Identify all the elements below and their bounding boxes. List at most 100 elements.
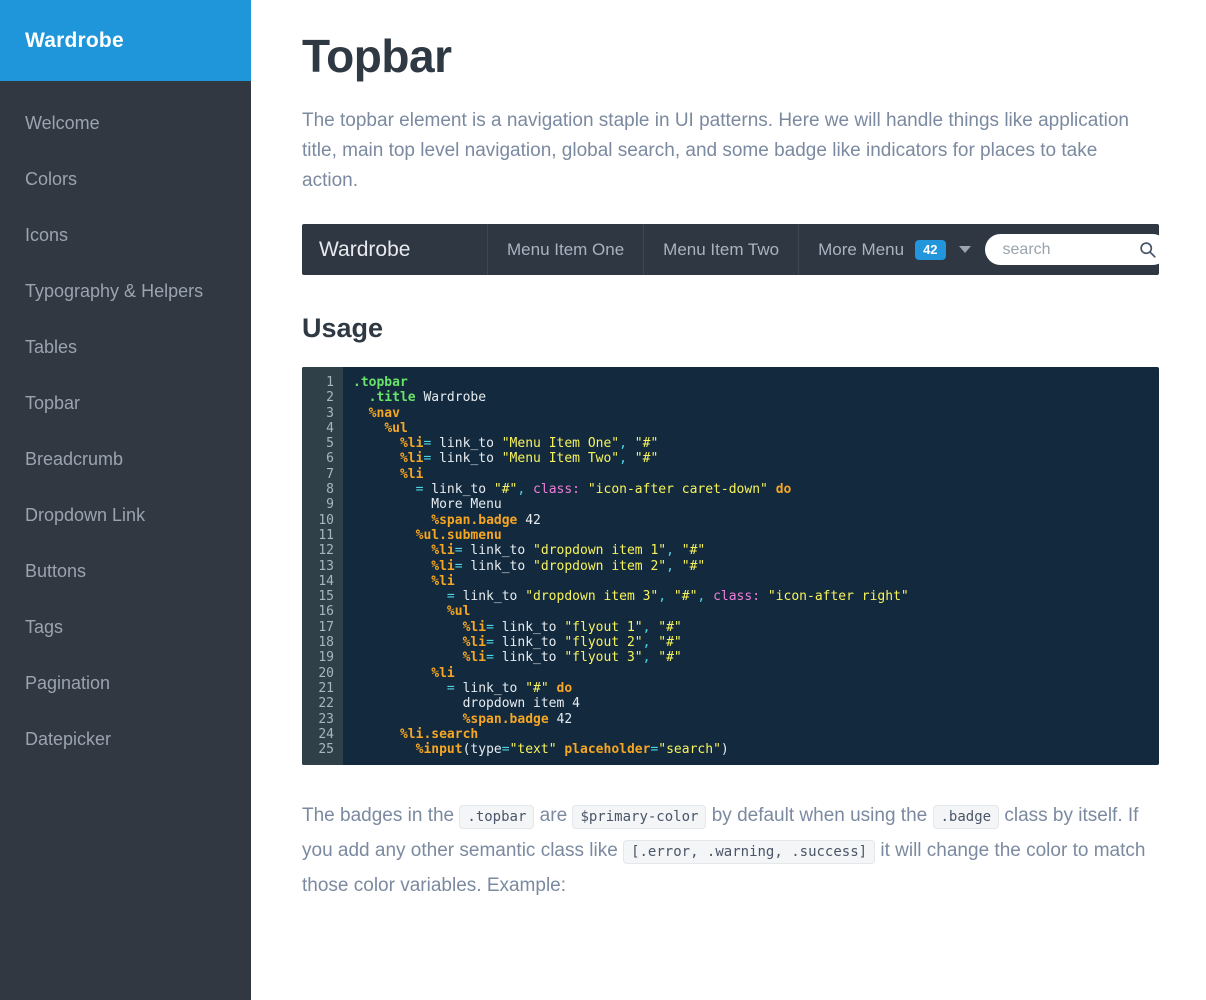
inline-code-topbar: .topbar (459, 805, 535, 830)
topbar-menu-item-two[interactable]: Menu Item Two (644, 224, 800, 275)
search-input[interactable] (1000, 239, 1139, 260)
topbar-more-menu[interactable]: More Menu 42 (799, 224, 984, 275)
code-line: %ul (446, 604, 471, 620)
code-line: %li (399, 466, 424, 482)
sidebar-item-label: Topbar (25, 393, 81, 413)
topbar-demo: Wardrobe Menu Item One Menu Item Two Mor… (302, 224, 1159, 275)
code-line: More Menu (431, 497, 502, 513)
inline-code-primary-color: $primary-color (572, 805, 707, 830)
code-line: = link_to "dropdown item 3", "#", class:… (446, 589, 909, 605)
usage-heading: Usage (302, 313, 384, 343)
topbar-demo-title[interactable]: Wardrobe (302, 224, 488, 275)
code-line: %span.badge 42 (431, 512, 541, 528)
sidebar-item-welcome[interactable]: Welcome (0, 95, 251, 151)
topbar-more-menu-badge: 42 (915, 239, 946, 260)
line-number: 12 (318, 543, 334, 559)
line-number: 1 (326, 375, 334, 390)
code-line: %li= link_to "flyout 2", "#" (462, 635, 682, 651)
code-line: %li (431, 573, 455, 589)
topbar-demo-nav: Menu Item One Menu Item Two More Menu 42 (488, 224, 1159, 275)
code-line: = link_to "#", class: "icon-after caret-… (415, 482, 792, 498)
line-number: 2 (326, 390, 334, 406)
line-number: 16 (318, 604, 334, 620)
app-layout: Wardrobe Welcome Colors Icons Typography… (0, 0, 1206, 1000)
code-line: .title Wardrobe (368, 390, 487, 406)
sidebar-item-breadcrumb[interactable]: Breadcrumb (0, 431, 251, 487)
topbar-demo-title-label: Wardrobe (319, 237, 411, 261)
sidebar-item-icons[interactable]: Icons (0, 207, 251, 263)
line-number: 4 (326, 420, 334, 436)
code-body[interactable]: .topbar .title Wardrobe %nav %ul %li= li… (343, 367, 1159, 765)
topbar-menu-item-label: Menu Item Two (663, 239, 780, 259)
line-number: 19 (318, 650, 334, 666)
sidebar-item-tables[interactable]: Tables (0, 319, 251, 375)
outro-text: The badges in the (302, 805, 460, 827)
topbar-search (984, 224, 1159, 275)
sidebar-item-label: Tables (25, 337, 78, 357)
line-number: 24 (318, 726, 334, 742)
sidebar-brand[interactable]: Wardrobe (0, 0, 251, 81)
line-number: 11 (318, 527, 334, 543)
code-line: %li= link_to "dropdown item 2", "#" (431, 558, 706, 574)
sidebar-item-label: Datepicker (25, 729, 112, 749)
sidebar-item-label: Icons (25, 225, 69, 245)
sidebar-item-label: Welcome (25, 113, 100, 133)
outro-text: by default when using the (706, 805, 933, 827)
search-icon[interactable] (1139, 241, 1156, 258)
sidebar-item-tags[interactable]: Tags (0, 599, 251, 655)
code-line: %nav (368, 405, 400, 421)
line-number: 25 (318, 742, 334, 758)
sidebar-brand-label: Wardrobe (25, 28, 124, 52)
sidebar-item-topbar[interactable]: Topbar (0, 375, 251, 431)
topbar-menu-item-one[interactable]: Menu Item One (488, 224, 645, 275)
line-number: 6 (326, 451, 334, 467)
line-number: 10 (318, 512, 334, 528)
inline-code-badge: .badge (932, 805, 1000, 830)
search-pill[interactable] (984, 234, 1159, 265)
page-title: Topbar (302, 30, 452, 82)
sidebar-item-datepicker[interactable]: Datepicker (0, 711, 251, 767)
code-line: %input(type="text" placeholder="search") (415, 742, 729, 758)
sidebar-item-label: Colors (25, 169, 78, 189)
sidebar-item-buttons[interactable]: Buttons (0, 543, 251, 599)
line-number: 18 (318, 635, 334, 651)
line-number: 21 (318, 680, 334, 696)
line-number: 20 (318, 665, 334, 681)
sidebar-item-dropdown-link[interactable]: Dropdown Link (0, 487, 251, 543)
code-line: .topbar (353, 375, 408, 390)
code-line: %ul (384, 420, 408, 436)
code-line: %span.badge 42 (462, 711, 573, 727)
code-line: %li.search (399, 726, 479, 742)
code-line: = link_to "#" do (446, 680, 573, 696)
outro-paragraph: The badges in the .topbar are $primary-c… (302, 799, 1147, 903)
line-number: 5 (326, 436, 334, 452)
sidebar-item-colors[interactable]: Colors (0, 151, 251, 207)
caret-down-icon (958, 246, 971, 253)
line-number: 17 (318, 619, 334, 635)
sidebar-nav: Welcome Colors Icons Typography & Helper… (0, 81, 251, 767)
sidebar: Wardrobe Welcome Colors Icons Typography… (0, 0, 251, 1000)
sidebar-item-label: Pagination (25, 673, 111, 693)
sidebar-item-label: Dropdown Link (25, 505, 146, 525)
code-gutter: 1 2 3 4 5 6 7 8 9 10 11 12 13 14 15 16 1 (302, 367, 343, 766)
sidebar-item-pagination[interactable]: Pagination (0, 655, 251, 711)
line-number: 8 (326, 482, 334, 498)
line-number: 7 (326, 466, 334, 482)
inline-code-semantic-classes: [.error, .warning, .success] (623, 840, 876, 865)
main-content: Topbar The topbar element is a navigatio… (251, 0, 1206, 1000)
sidebar-item-label: Breadcrumb (25, 449, 124, 469)
code-block: 1 2 3 4 5 6 7 8 9 10 11 12 13 14 15 16 1 (302, 367, 1159, 766)
code-line: %ul.submenu (415, 527, 502, 543)
code-line: %li= link_to "flyout 3", "#" (462, 650, 682, 666)
line-number: 22 (318, 696, 334, 712)
intro-paragraph: The topbar element is a navigation stapl… (302, 110, 1129, 191)
line-number: 13 (318, 558, 334, 574)
sidebar-item-typography-helpers[interactable]: Typography & Helpers (0, 263, 251, 319)
code-line: dropdown item 4 (462, 696, 580, 712)
line-number: 23 (318, 711, 334, 727)
sidebar-item-label: Typography & Helpers (25, 281, 204, 301)
sidebar-item-label: Tags (25, 617, 64, 637)
topbar-more-menu-label: More Menu (818, 239, 905, 259)
code-line: %li= link_to "dropdown item 1", "#" (431, 543, 706, 559)
code-line: %li= link_to "Menu Item Two", "#" (399, 451, 659, 467)
